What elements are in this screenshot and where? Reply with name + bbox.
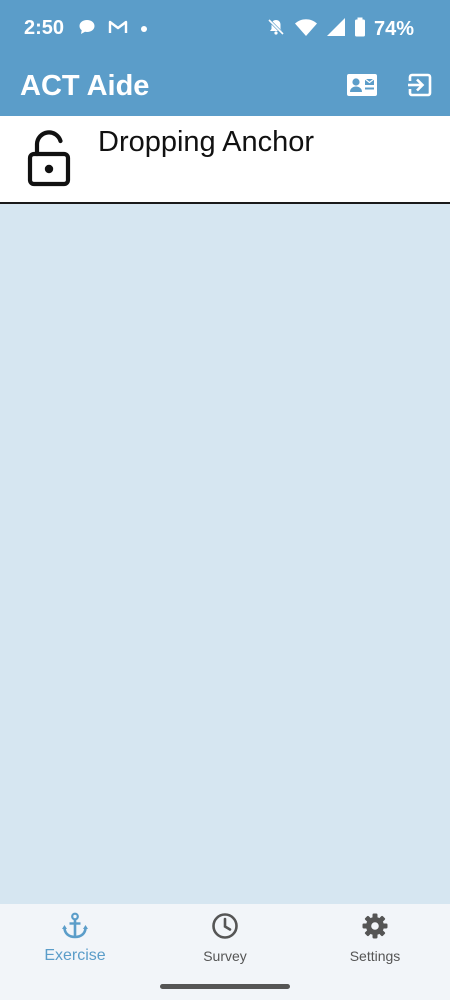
nav-label-settings: Settings: [349, 948, 401, 964]
app-bar: ACT Aide: [0, 58, 450, 116]
mute-icon: [266, 17, 286, 42]
content-area: [0, 204, 450, 904]
list-item-title: Dropping Anchor: [98, 126, 315, 158]
list-item[interactable]: Dropping Anchor: [0, 116, 450, 204]
gear-icon: [361, 912, 389, 945]
nav-label-survey: Survey: [203, 948, 247, 964]
nav-item-settings[interactable]: Settings: [300, 912, 450, 976]
gmail-icon: [108, 19, 128, 40]
status-system-icons: 74%: [266, 17, 414, 42]
contact-card-button[interactable]: [346, 72, 378, 102]
wifi-icon: [294, 17, 318, 42]
nav-item-exercise[interactable]: Exercise: [0, 912, 150, 976]
contact-card-icon: [346, 72, 378, 103]
status-time: 2:50: [24, 17, 65, 39]
lock-open-icon: [26, 130, 72, 188]
exercise-list: Dropping Anchor: [0, 116, 450, 204]
clock-icon: [211, 912, 239, 945]
anchor-icon: [61, 912, 89, 945]
exit-icon: [407, 72, 433, 103]
app-title: ACT Aide: [20, 70, 150, 102]
status-bar: 2:50 74%: [0, 0, 450, 58]
nav-item-survey[interactable]: Survey: [150, 912, 300, 976]
dot-icon: [140, 20, 148, 38]
status-notification-icons: [78, 19, 148, 39]
bottom-navigation: Exercise Survey Settings: [0, 904, 450, 1000]
exit-button[interactable]: [404, 72, 436, 102]
battery-icon: [354, 17, 366, 42]
nav-label-exercise: Exercise: [44, 947, 106, 964]
home-indicator[interactable]: [160, 984, 290, 989]
chat-bubble-icon: [78, 18, 96, 41]
signal-icon: [326, 17, 346, 42]
battery-percentage: 74%: [373, 18, 414, 40]
